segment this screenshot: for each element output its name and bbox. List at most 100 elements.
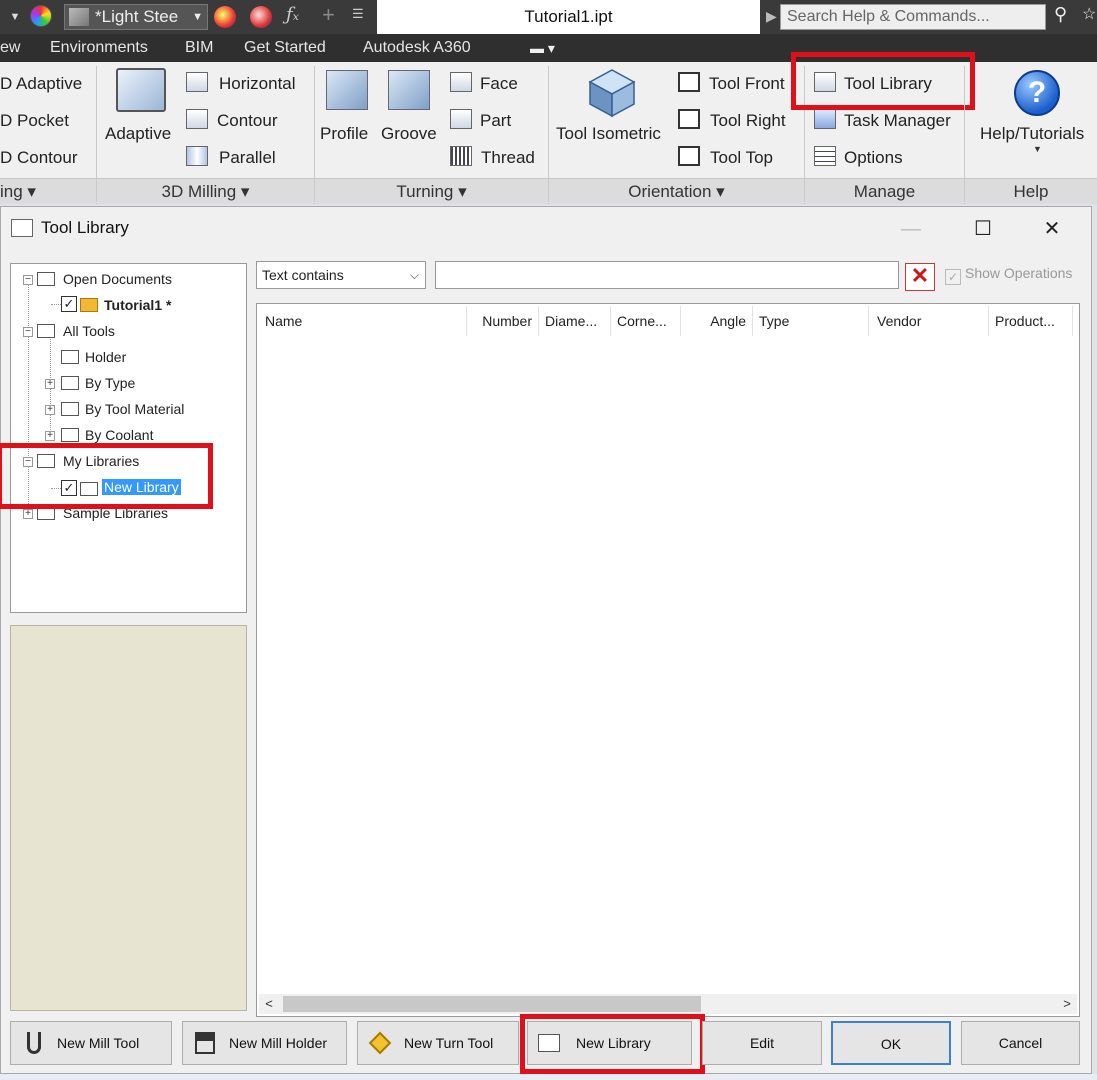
folder-icon [61,428,79,442]
clear-appearance-icon[interactable] [250,6,272,28]
column-header-product[interactable]: Product... [989,306,1073,336]
chevron-down-icon[interactable]: ▼ [8,6,22,28]
tool-front-button[interactable]: Tool Front [709,74,785,94]
options-button[interactable]: Options [844,148,903,168]
minimize-button[interactable]: — [891,213,931,245]
thread-button[interactable]: Thread [481,148,535,168]
adaptive-2d-button[interactable]: D Adaptive [0,74,82,94]
column-header-angle[interactable]: Angle [681,306,753,336]
new-mill-holder-button[interactable]: New Mill Holder [182,1021,347,1065]
edit-button[interactable]: Edit [702,1021,822,1065]
search-input[interactable]: Search Help & Commands... [780,4,1046,30]
filter-text-input[interactable] [435,261,899,289]
material-swatch-icon [69,8,89,26]
profile-icon[interactable] [326,70,368,110]
help-icon[interactable]: ? [1014,70,1060,116]
collapse-icon[interactable]: − [23,327,33,337]
dialog-title: Tool Library [41,218,129,237]
column-header-corner[interactable]: Corne... [611,306,681,336]
new-turn-tool-button[interactable]: New Turn Tool [357,1021,519,1065]
document-tab[interactable]: Tutorial1.ipt [377,0,760,34]
parallel-button[interactable]: Parallel [219,148,276,168]
tool-table[interactable]: Name Number Diame... Corne... Angle Type… [256,303,1080,1017]
tool-isometric-button[interactable]: Tool Isometric [556,124,661,144]
checkbox-icon[interactable]: ✓ [61,296,77,312]
tree-item-by-coolant[interactable]: By Coolant [85,425,153,445]
maximize-button[interactable]: ☐ [963,213,1003,245]
tree-item-all-tools[interactable]: All Tools [63,321,115,341]
column-header-vendor[interactable]: Vendor [869,306,989,336]
options-icon [814,146,836,166]
face-button[interactable]: Face [480,74,518,94]
expand-icon[interactable]: + [23,509,33,519]
profile-button[interactable]: Profile [320,124,368,144]
filter-mode-select[interactable]: Text contains ⌵ [256,261,426,289]
group-bar-turning[interactable]: Turning ▾ [315,178,548,204]
column-header-diameter[interactable]: Diame... [539,306,611,336]
clear-filter-button[interactable]: ✕ [905,263,935,291]
chevron-right-icon[interactable]: ▶ [766,8,777,25]
tool-isometric-icon[interactable] [588,68,636,118]
adaptive-3d-icon[interactable] [116,68,166,112]
group-bar-orientation[interactable]: Orientation ▾ [549,178,804,204]
group-label: 3D Milling [161,182,237,201]
column-header-number[interactable]: Number [467,306,539,336]
groove-icon[interactable] [388,70,430,110]
group-bar-2d-milling[interactable]: ing ▾ [0,178,96,204]
tree-item-by-type[interactable]: By Type [85,373,135,393]
tab-view[interactable]: ew [0,34,20,62]
horizontal-button[interactable]: Horizontal [219,74,296,94]
scroll-left-icon[interactable]: < [259,994,279,1014]
group-bar-3d-milling[interactable]: 3D Milling ▾ [97,178,314,204]
parameters-fx-icon[interactable]: ƒₓ [286,4,299,25]
highlight-box [520,1014,705,1074]
tree-item-holder[interactable]: Holder [85,347,126,367]
cancel-button[interactable]: Cancel [961,1021,1080,1065]
collapse-icon[interactable]: − [23,275,33,285]
tab-environments[interactable]: Environments [50,34,148,62]
part-button[interactable]: Part [480,111,511,131]
tab-bim[interactable]: BIM [185,34,213,62]
adjust-appearance-icon[interactable] [214,6,236,28]
contour-2d-button[interactable]: D Contour [0,148,77,168]
column-header-name[interactable]: Name [259,306,467,336]
button-label: New Turn Tool [404,1035,494,1051]
group-label: ing [0,182,23,201]
expand-icon[interactable]: + [45,431,55,441]
binoculars-icon[interactable]: ⚲ [1054,4,1067,25]
group-bar-help: Help [965,178,1097,204]
camera-icon[interactable]: ▬ ▾ [530,40,555,57]
tab-get-started[interactable]: Get Started [244,34,326,62]
help-tutorials-button[interactable]: Help/Tutorials [980,124,1084,144]
new-mill-tool-button[interactable]: New Mill Tool [10,1021,172,1065]
close-button[interactable]: ✕ [1032,213,1072,245]
adaptive-3d-button[interactable]: Adaptive [105,124,171,144]
pocket-2d-button[interactable]: D Pocket [0,111,69,131]
task-manager-button[interactable]: Task Manager [844,111,951,131]
tool-library-icon [11,219,33,237]
appearance-icon[interactable] [30,5,52,27]
tab-autodesk-a360[interactable]: Autodesk A360 [363,34,471,62]
expand-icon[interactable]: + [45,405,55,415]
tree-item-tutorial1[interactable]: Tutorial1 * [104,295,171,315]
tool-right-button[interactable]: Tool Right [710,111,786,131]
material-dropdown[interactable]: *Light Stee ▼ [64,4,208,30]
chevron-down-icon: ▼ [192,11,203,23]
tree-item-open-documents[interactable]: Open Documents [63,269,172,289]
tool-top-button[interactable]: Tool Top [710,148,773,168]
ok-button[interactable]: OK [831,1021,951,1065]
scrollbar-thumb[interactable] [283,996,701,1012]
horizontal-scrollbar[interactable]: < > [259,994,1077,1014]
customize-toolbar-icon[interactable]: ☰ [352,6,364,22]
library-tree[interactable]: − Open Documents ✓ Tutorial1 * − All Too… [10,263,247,613]
show-operations-checkbox[interactable]: ✓ Show Operations [945,265,1085,285]
contour-button[interactable]: Contour [217,111,277,131]
tree-item-by-tool-material[interactable]: By Tool Material [85,399,184,419]
add-icon[interactable]: + [322,2,335,28]
groove-button[interactable]: Groove [381,124,437,144]
column-header-type[interactable]: Type [753,306,869,336]
expand-icon[interactable]: + [45,379,55,389]
scroll-right-icon[interactable]: > [1057,994,1077,1014]
tool-right-icon [678,109,700,129]
favorites-icon[interactable]: ☆ [1082,4,1096,24]
